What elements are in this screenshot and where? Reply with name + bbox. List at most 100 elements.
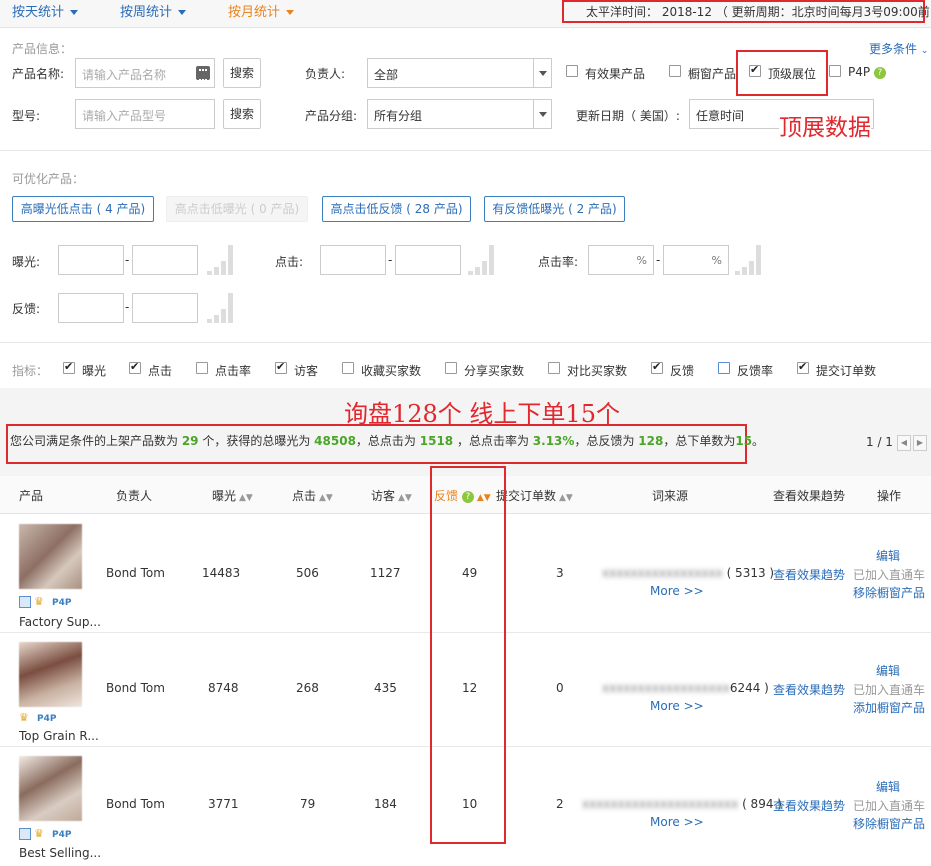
checkbox-metric-feedback-rate[interactable]	[718, 362, 730, 374]
annotation-box-feedback-column	[430, 466, 506, 844]
checkbox-metric-orders[interactable]	[797, 360, 809, 374]
view-trend-link[interactable]: 查看效果趋势	[773, 681, 845, 698]
help-icon[interactable]: ?	[873, 66, 886, 79]
filter-high-exposure-low-click[interactable]: 高曝光低点击 ( 4 产品)	[12, 196, 154, 222]
range-dash: -	[125, 300, 130, 314]
ctr-max-input[interactable]: %	[663, 245, 729, 275]
click-max-input[interactable]	[395, 245, 461, 275]
summary-fragment: 。	[752, 434, 765, 448]
view-trend-link[interactable]: 查看效果趋势	[773, 797, 845, 814]
metrics-label: 指标：	[12, 364, 49, 378]
checkbox-metric-visitors[interactable]	[275, 360, 287, 374]
exposure-min-input[interactable]	[58, 245, 124, 275]
tab-monthly[interactable]: 按月统计	[228, 1, 295, 20]
range-dash: -	[388, 253, 393, 267]
timezone-info: 太平洋时间： 2018-12 （ 更新周期：北京时间每月3号09:00前 ）	[562, 0, 931, 23]
feedback-min-input[interactable]	[58, 293, 124, 323]
tab-weekly-label: 按周统计	[120, 5, 173, 20]
bar-chart-icon	[735, 245, 761, 275]
exposure-cell: 3771	[208, 797, 239, 811]
prev-page-button[interactable]: ◀	[897, 435, 911, 451]
owner-cell: Bond Tom	[106, 681, 165, 695]
product-name-link[interactable]: Top Grain R...	[19, 729, 99, 743]
exposure-max-input[interactable]	[132, 245, 198, 275]
col-clicks-label: 点击	[292, 489, 317, 503]
click-range-label: 点击:	[275, 255, 304, 269]
showcase-toggle-link[interactable]: 移除橱窗产品	[853, 584, 925, 601]
keyword-count: 6244 )	[729, 681, 769, 695]
model-placeholder: 请输入产品型号	[82, 109, 167, 123]
sort-icon: ▲▼	[239, 493, 253, 503]
edit-link[interactable]: 编辑	[876, 662, 900, 679]
more-keywords-link[interactable]: More >>	[650, 815, 704, 829]
visitors-cell: 184	[374, 797, 397, 811]
product-name-input[interactable]: 请输入产品名称	[75, 58, 215, 88]
col-clicks[interactable]: 点击 ▲▼	[292, 487, 333, 504]
product-name-link[interactable]: Factory Sup...	[19, 615, 101, 629]
summary-text: 您公司满足条件的上架产品数为 29 个，获得的总曝光为 48508，总点击为 1…	[10, 432, 764, 449]
product-name-link[interactable]: Best Selling...	[19, 846, 101, 860]
model-label: 型号:	[12, 109, 41, 123]
orders-cell: 2	[556, 797, 564, 811]
showcase-toggle-link[interactable]: 移除橱窗产品	[853, 815, 925, 832]
more-conditions-link[interactable]: 更多条件 ⌄	[869, 40, 928, 57]
metric-feedback-label: 反馈	[670, 364, 695, 378]
checkbox-showcase-products[interactable]	[669, 65, 681, 77]
ctr-min-input[interactable]: %	[588, 245, 654, 275]
keyword-source-cell: xxxxxxxxxxxxxxxxxx6244 )	[602, 681, 769, 695]
checkbox-effective-products[interactable]	[566, 65, 578, 77]
checkbox-p4p[interactable]	[829, 65, 841, 77]
owner-select[interactable]: 全部	[367, 58, 552, 88]
product-thumbnail[interactable]	[19, 756, 82, 821]
grid-icon[interactable]	[196, 66, 210, 81]
direct-train-status: 已加入直通车	[853, 683, 926, 697]
checkbox-metric-exposure[interactable]	[63, 360, 75, 374]
product-thumbnail[interactable]	[19, 642, 82, 707]
view-trend-link[interactable]: 查看效果趋势	[773, 566, 845, 583]
checkbox-metric-clicks[interactable]	[129, 360, 141, 374]
filter-high-click-low-feedback[interactable]: 高点击低反馈 ( 28 产品)	[322, 196, 471, 222]
summary-ctr: 3.13%	[532, 434, 575, 448]
metric-clicks-label: 点击	[148, 364, 173, 378]
summary-feedback: 128	[638, 434, 664, 448]
orders-cell: 0	[556, 681, 564, 695]
keyword-source-cell: xxxxxxxxxxxxxxxxx ( 5313 )	[602, 566, 774, 580]
filter-feedback-low-exposure[interactable]: 有反馈低曝光 ( 2 产品)	[484, 196, 625, 222]
product-thumbnail[interactable]	[19, 524, 82, 589]
p4p-badge: P4P	[52, 598, 72, 608]
edit-link[interactable]: 编辑	[876, 778, 900, 795]
owner-cell: Bond Tom	[106, 797, 165, 811]
more-keywords-link[interactable]: More >>	[650, 699, 704, 713]
checkbox-metric-favorites[interactable]	[342, 362, 354, 374]
checkbox-metric-feedback[interactable]	[651, 360, 663, 374]
search-name-button[interactable]: 搜索	[223, 58, 261, 88]
edit-link[interactable]: 编辑	[876, 547, 900, 564]
checkbox-metric-shares[interactable]	[445, 362, 457, 374]
visitors-cell: 435	[374, 681, 397, 695]
tab-weekly[interactable]: 按周统计	[120, 1, 187, 20]
tab-daily[interactable]: 按天统计	[12, 1, 79, 20]
keyword-source-cell: xxxxxxxxxxxxxxxxxxxxxx ( 894 )	[582, 797, 782, 811]
more-keywords-link[interactable]: More >>	[650, 584, 704, 598]
group-select[interactable]: 所有分组	[367, 99, 552, 129]
model-input[interactable]: 请输入产品型号	[75, 99, 215, 129]
blurred-keyword: xxxxxxxxxxxxxxxxxxxxxx	[582, 797, 739, 811]
next-page-button[interactable]: ▶	[913, 435, 927, 451]
p4p-badge: P4P	[37, 714, 57, 724]
col-visitors[interactable]: 访客 ▲▼	[371, 487, 412, 504]
feedback-max-input[interactable]	[132, 293, 198, 323]
metric-orders-label: 提交订单数	[816, 364, 877, 378]
col-keyword-source: 词来源	[652, 489, 689, 503]
click-min-input[interactable]	[320, 245, 386, 275]
summary-fragment: ，总反馈为	[574, 434, 639, 448]
checkbox-metric-ctr[interactable]	[196, 362, 208, 374]
col-visitors-label: 访客	[371, 489, 396, 503]
showcase-toggle-link[interactable]: 添加橱窗产品	[853, 699, 925, 716]
search-model-button[interactable]: 搜索	[223, 99, 261, 129]
col-exposure[interactable]: 曝光 ▲▼	[212, 487, 253, 504]
checkbox-metric-compare[interactable]	[548, 362, 560, 374]
orders-cell: 3	[556, 566, 564, 580]
col-orders[interactable]: 提交订单数 ▲▼	[496, 487, 573, 504]
filter-high-click-low-exposure[interactable]: 高点击低曝光 ( 0 产品)	[166, 196, 308, 222]
divider	[0, 342, 931, 343]
